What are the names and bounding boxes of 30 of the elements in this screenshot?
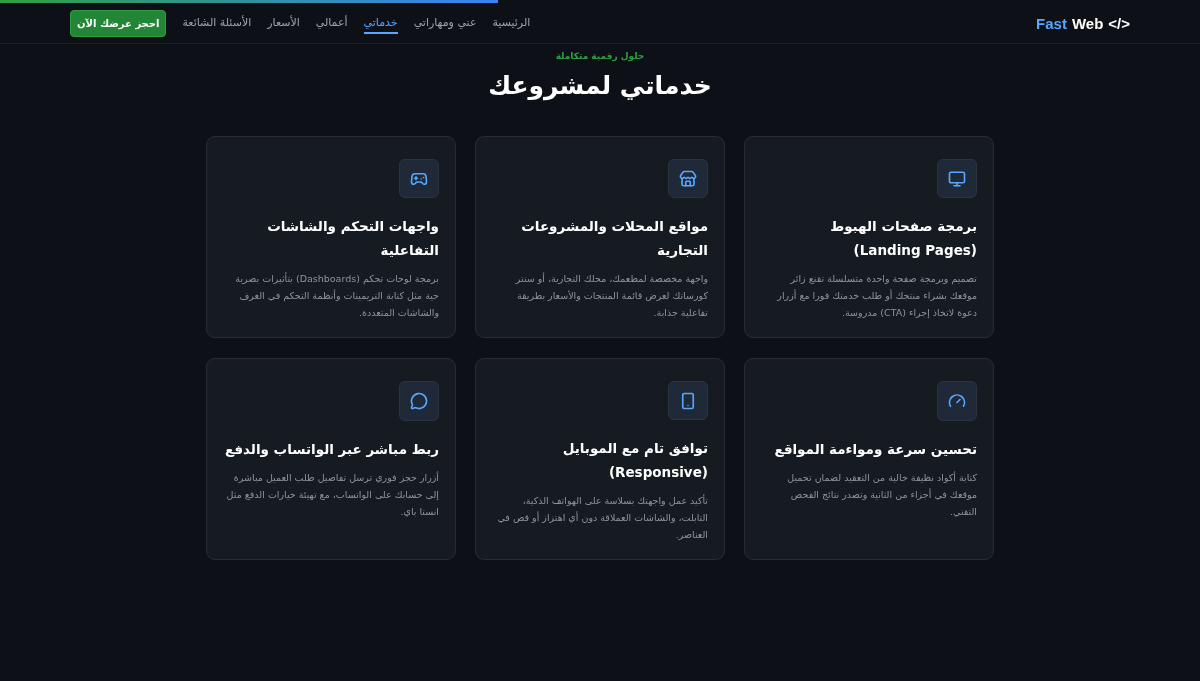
monitor-icon [937,159,977,198]
service-title: تحسين سرعة ومواءمة المواقع [774,440,977,459]
chat-bubble-icon [399,381,439,421]
service-description: برمجة لوحات تحكم (Dashboards) بتأثيرات بصرية حية مثل كتابة التريمينات وأنظمة التحكم في الغرف والشاشات المتعددة. [234,271,439,320]
service-title: برمجة صفحات الهبوط (Landing Pages) [829,217,977,260]
logo-mark: </> [1108,14,1130,32]
logo-text: Fast [1036,14,1067,32]
service-title: ربط مباشر عبر الواتساب والدفع [224,440,439,459]
nav-link[interactable]: أعمالي [315,12,348,34]
nav-link[interactable]: الرئيسية [492,12,531,34]
section-title: خدماتي لمشروعك [488,71,712,100]
gamepad-icon [399,159,439,198]
nav-link[interactable]: خدماتي [363,12,398,34]
service-title: واجهات التحكم والشاشات التفاعلية [266,217,439,260]
store-icon [668,159,708,198]
service-description: أزرار حجز فوري ترسل تفاصيل طلب العميل مباشرة إلى حسابك على الواتساب، مع تهيئة خيارات الدفع مثل انستا باي. [225,470,439,519]
nav-link[interactable]: الأسئلة الشائعة [182,12,252,34]
service-description: كتابة أكواد نظيفة خالية من التعقيد لضمان تحميل موقعك في أجزاء من الثانية وتصدر نتائج الفحص التقني. [786,470,977,519]
logo-text: Web [1071,14,1104,32]
gauge-icon [937,381,977,421]
nav-link[interactable]: عني ومهاراتي [413,12,477,34]
service-title: توافق تام مع الموبايل (Responsive) [561,439,708,482]
smartphone-icon [668,381,708,420]
service-title: مواقع المحلات والمشروعات التجارية [520,217,708,260]
service-description: تصميم وبرمجة صفحة واحدة متسلسلة تقنع زائر موقعك بشراء منتجك أو طلب خدمتك فورا مع أزرار دعوة لاتخاذ إجراء (CTA) مدروسة. [776,272,977,320]
nav-link[interactable]: الأسعار [267,12,300,34]
service-description: تأكيد عمل واجهتك بسلاسة على الهواتف الذكية، التابلت، والشاشات العملاقة دون أي اهتزاز أو قص في العناصر. [496,493,708,542]
service-description: واجهة مخصصة لمطعمك، محلك التجارية، أو سنتر كورساتك لعرض قائمة المنتجات والأسعار بطريقة تفاعلية جذابة. [514,271,708,320]
section-eyebrow: حلول رقمية متكاملة [555,51,645,61]
book-offer-button[interactable]: احجز عرضك الآن [70,9,167,37]
